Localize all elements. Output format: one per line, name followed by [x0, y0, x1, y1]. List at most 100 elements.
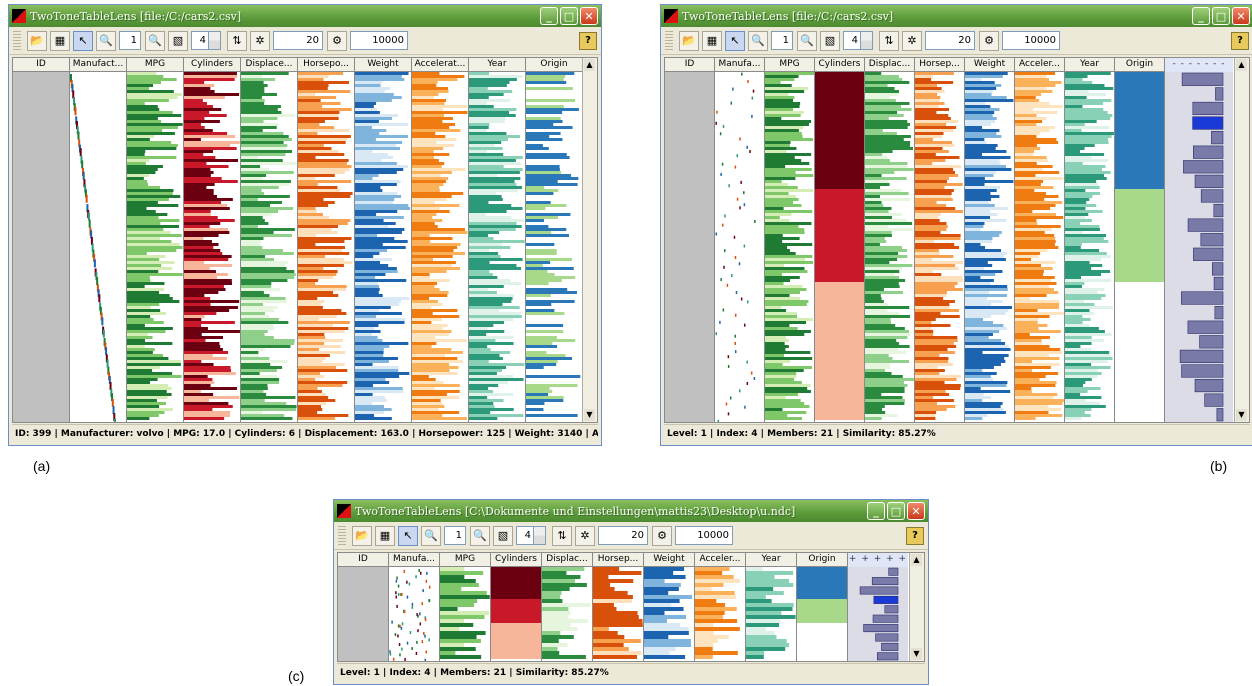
close-button[interactable]: ✕ — [580, 7, 598, 25]
column-header[interactable]: MPG — [440, 553, 491, 567]
column-header[interactable]: Origin — [526, 58, 583, 72]
column-header[interactable]: Acceler... — [695, 553, 746, 567]
maximize-button[interactable]: □ — [1212, 7, 1230, 25]
data-column[interactable] — [765, 72, 815, 422]
cluster-icon[interactable]: ✲ — [902, 30, 922, 51]
data-column[interactable] — [542, 567, 593, 661]
data-column[interactable] — [865, 72, 915, 422]
cluster-histogram[interactable] — [848, 567, 908, 661]
toolbar-grip[interactable] — [338, 525, 346, 546]
data-column[interactable] — [1015, 72, 1065, 422]
zoom-in-icon[interactable]: 🔍 — [96, 30, 116, 51]
data-column[interactable] — [715, 72, 765, 422]
minimize-button[interactable]: _ — [1192, 7, 1210, 25]
zoom-out-icon[interactable]: 🔍 — [797, 30, 817, 51]
level-spinner[interactable]: 4 — [191, 31, 221, 50]
zoom-in-icon[interactable]: 🔍 — [748, 30, 768, 51]
data-column[interactable] — [915, 72, 965, 422]
layout-icon[interactable]: ▧ — [168, 30, 188, 51]
count-field[interactable]: 20 — [925, 31, 975, 50]
help-icon[interactable]: ? — [906, 526, 924, 545]
count-field[interactable]: 20 — [273, 31, 323, 50]
table-lens[interactable]: ID Manufact... MPG Cylinders Displace... Hors… — [12, 57, 598, 423]
data-column[interactable] — [127, 72, 184, 422]
pointer-icon[interactable]: ↖ — [725, 30, 745, 51]
scroll-down-icon[interactable]: ▼ — [584, 409, 595, 421]
zoom-out-icon[interactable]: 🔍 — [470, 525, 490, 546]
column-header[interactable]: Year — [1065, 58, 1115, 72]
level-spinner[interactable]: 4 — [516, 526, 546, 545]
id-column[interactable] — [13, 72, 70, 422]
sort-icon[interactable]: ⇅ — [552, 525, 572, 546]
data-column[interactable] — [644, 567, 695, 661]
data-column[interactable] — [389, 567, 440, 661]
table-lens[interactable]: ID Manufa... MPG Cylinders Displac... Horsep.… — [337, 552, 925, 662]
vertical-scrollbar[interactable]: ▲ ▼ — [1234, 58, 1249, 422]
filter-icon[interactable]: ⚙ — [327, 30, 347, 51]
scroll-up-icon[interactable]: ▲ — [911, 554, 922, 566]
column-header[interactable]: Acceler... — [1015, 58, 1065, 72]
histogram-header[interactable]: + + + + + + + — [848, 553, 908, 568]
zoom-out-icon[interactable]: 🔍 — [145, 30, 165, 51]
sort-icon[interactable]: ⇅ — [879, 30, 899, 51]
column-header[interactable]: MPG — [127, 58, 184, 72]
data-column[interactable] — [70, 72, 127, 422]
column-header[interactable]: Accelerat... — [412, 58, 469, 72]
data-column[interactable] — [491, 567, 542, 661]
layout-icon[interactable]: ▧ — [493, 525, 513, 546]
data-column[interactable] — [469, 72, 526, 422]
maximize-button[interactable]: □ — [560, 7, 578, 25]
zoom-field[interactable]: 1 — [771, 31, 793, 50]
data-column[interactable] — [797, 567, 848, 661]
column-header[interactable]: Weight — [355, 58, 412, 72]
data-column[interactable] — [593, 567, 644, 661]
maximize-button[interactable]: □ — [887, 502, 905, 520]
filter-icon[interactable]: ⚙ — [979, 30, 999, 51]
column-header[interactable]: Manufa... — [389, 553, 440, 567]
max-field[interactable]: 10000 — [675, 526, 733, 545]
close-button[interactable]: ✕ — [1232, 7, 1250, 25]
column-header[interactable]: Origin — [1115, 58, 1165, 72]
cluster-histogram[interactable] — [1165, 72, 1233, 422]
data-column[interactable] — [412, 72, 469, 422]
column-header[interactable]: ID — [13, 58, 70, 72]
data-column[interactable] — [1065, 72, 1115, 422]
column-header[interactable]: Cylinders — [815, 58, 865, 72]
toolbar-grip[interactable] — [13, 30, 21, 51]
cluster-icon[interactable]: ✲ — [575, 525, 595, 546]
help-icon[interactable]: ? — [1231, 31, 1249, 50]
save-icon[interactable]: ▦ — [50, 30, 70, 51]
open-folder-icon[interactable]: 📂 — [679, 30, 699, 51]
level-spinner[interactable]: 4 — [843, 31, 873, 50]
data-column[interactable] — [815, 72, 865, 422]
data-column[interactable] — [355, 72, 412, 422]
pointer-icon[interactable]: ↖ — [73, 30, 93, 51]
pointer-icon[interactable]: ↖ — [398, 525, 418, 546]
column-header[interactable]: Displac... — [865, 58, 915, 72]
column-header[interactable]: MPG — [765, 58, 815, 72]
column-header[interactable]: Displac... — [542, 553, 593, 567]
zoom-field[interactable]: 1 — [119, 31, 141, 50]
data-column[interactable] — [184, 72, 241, 422]
max-field[interactable]: 10000 — [350, 31, 408, 50]
column-header[interactable]: ID — [665, 58, 715, 72]
minimize-button[interactable]: _ — [540, 7, 558, 25]
data-column[interactable] — [526, 72, 583, 422]
data-column[interactable] — [746, 567, 797, 661]
column-header[interactable]: Cylinders — [184, 58, 241, 72]
id-column[interactable] — [665, 72, 715, 422]
column-header[interactable]: Year — [469, 58, 526, 72]
column-header[interactable]: ID — [338, 553, 389, 567]
table-lens[interactable]: ID Manufa... MPG Cylinders Displac... Horsep.… — [664, 57, 1250, 423]
column-header[interactable]: Cylinders — [491, 553, 542, 567]
scroll-down-icon[interactable]: ▼ — [911, 648, 922, 660]
save-icon[interactable]: ▦ — [702, 30, 722, 51]
open-folder-icon[interactable]: 📂 — [352, 525, 372, 546]
zoom-in-icon[interactable]: 🔍 — [421, 525, 441, 546]
count-field[interactable]: 20 — [598, 526, 648, 545]
column-header[interactable]: Horsep... — [593, 553, 644, 567]
column-header[interactable]: Horsep... — [915, 58, 965, 72]
save-icon[interactable]: ▦ — [375, 525, 395, 546]
title-bar[interactable]: TwoToneTableLens [file:/C:/cars2.csv] _ … — [661, 5, 1252, 27]
max-field[interactable]: 10000 — [1002, 31, 1060, 50]
